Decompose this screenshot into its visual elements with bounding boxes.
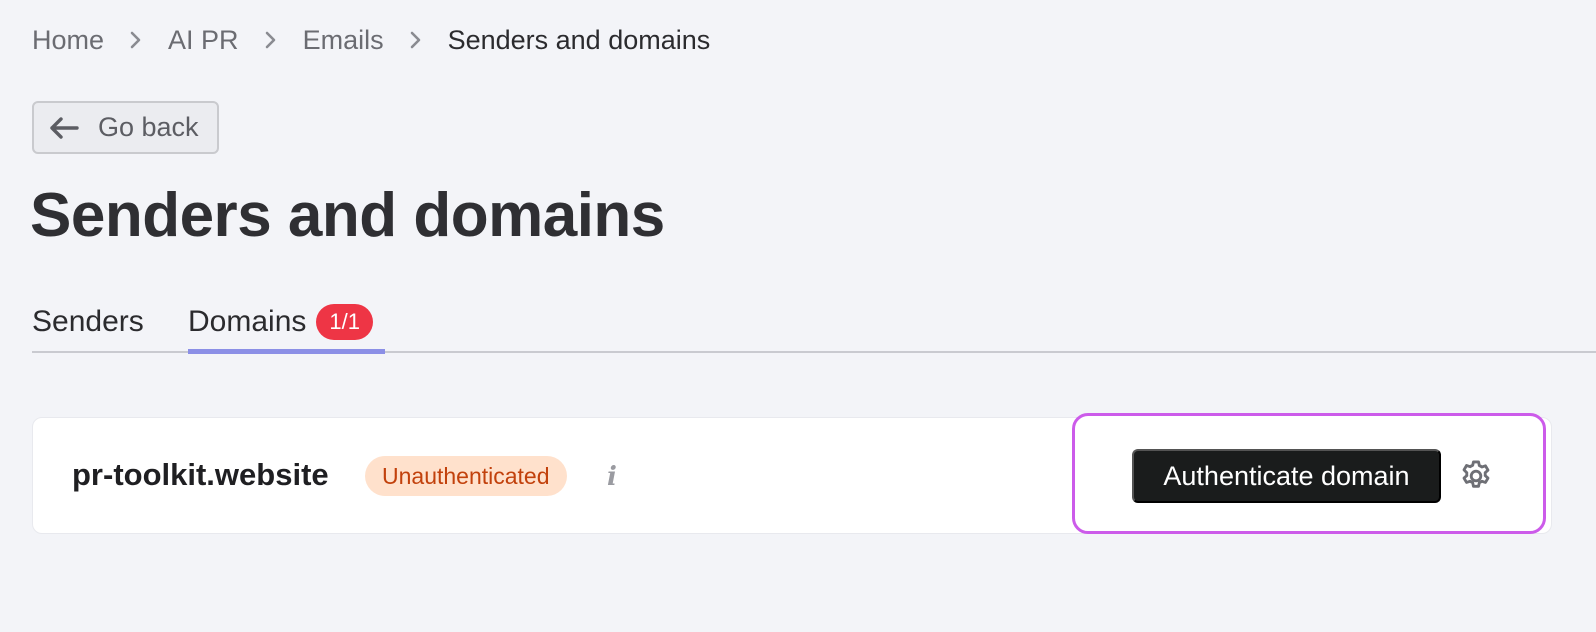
breadcrumb: Home AI PR Emails Senders and domains xyxy=(32,22,710,58)
domain-name: pr-toolkit.website xyxy=(72,457,329,492)
chevron-right-icon xyxy=(239,31,303,49)
tab-domains-label: Domains xyxy=(188,305,307,338)
go-back-label: Go back xyxy=(98,112,199,142)
status-badge: Unauthenticated xyxy=(365,456,567,496)
tab-domains[interactable]: Domains 1/1 xyxy=(188,290,385,354)
tab-senders[interactable]: Senders xyxy=(32,290,144,354)
active-tab-indicator xyxy=(188,349,385,354)
info-icon[interactable]: i xyxy=(600,460,624,494)
arrow-left-icon xyxy=(50,116,79,139)
tab-senders-label: Senders xyxy=(32,305,144,338)
tab-bar: Senders Domains 1/1 xyxy=(32,290,1596,354)
page-title: Senders and domains xyxy=(30,181,665,250)
chevron-right-icon xyxy=(104,31,168,49)
breadcrumb-current: Senders and domains xyxy=(447,24,711,55)
breadcrumb-home[interactable]: Home xyxy=(32,25,104,56)
page: Home AI PR Emails Senders and domains Go… xyxy=(0,0,1596,632)
authenticate-domain-button[interactable]: Authenticate domain xyxy=(1132,449,1441,503)
gear-icon[interactable] xyxy=(1458,458,1494,494)
breadcrumb-emails[interactable]: Emails xyxy=(303,25,384,56)
tab-domains-count-badge: 1/1 xyxy=(316,304,373,340)
chevron-right-icon xyxy=(384,31,448,49)
go-back-button[interactable]: Go back xyxy=(32,101,219,154)
breadcrumb-ai-pr[interactable]: AI PR xyxy=(168,25,239,56)
